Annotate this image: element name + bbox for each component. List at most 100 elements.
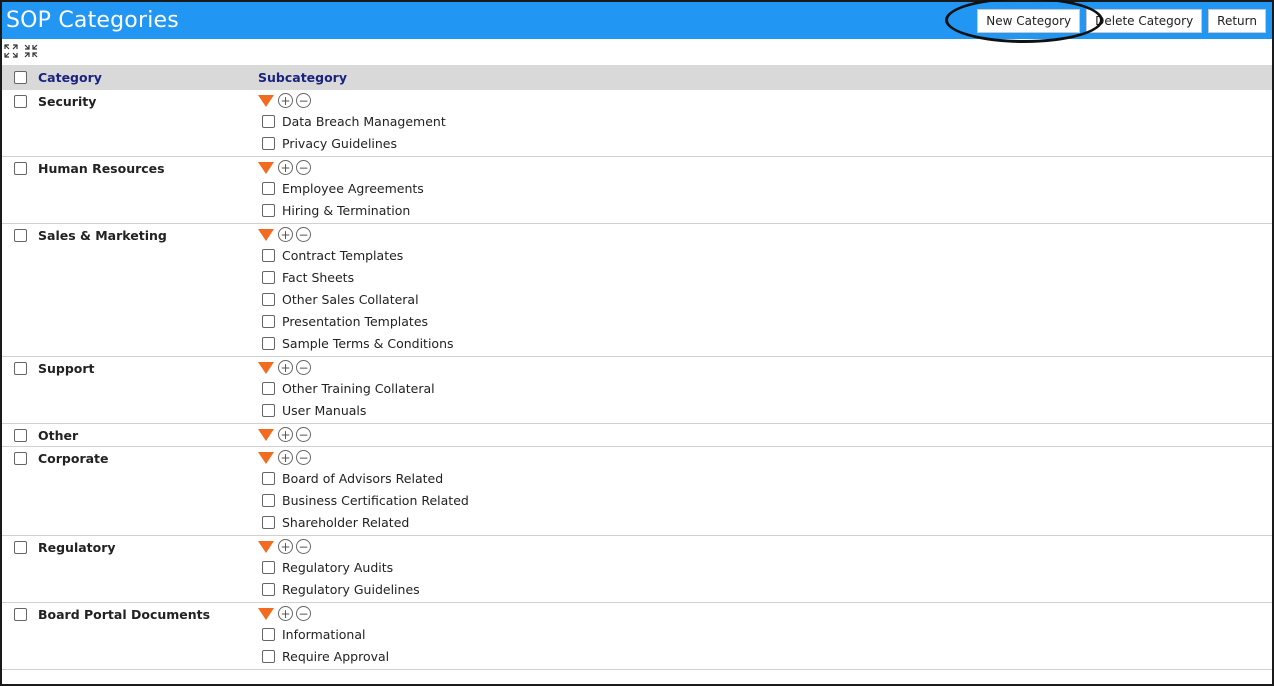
category-checkbox[interactable] — [13, 541, 27, 554]
category-checkbox[interactable] — [13, 362, 27, 375]
subcategory-label: Other Training Collateral — [282, 380, 435, 396]
expand-all-icon[interactable] — [4, 44, 20, 60]
category-row: Support + − Other Training Collateral User M… — [2, 357, 1272, 424]
subcategory-item: Presentation Templates — [258, 310, 1272, 332]
category-row: Board Portal Documents + − Informational Req… — [2, 603, 1272, 670]
subcategory-list: + − Employee Agreements Hiring & Terminatio… — [258, 157, 1272, 223]
remove-subcategory-icon[interactable]: − — [296, 450, 311, 465]
subcategory-checkbox[interactable] — [262, 181, 275, 195]
subcategory-column-header[interactable]: Subcategory — [258, 70, 347, 85]
subcategory-controls: + − — [258, 90, 1272, 110]
subcategory-label: Shareholder Related — [282, 514, 410, 530]
add-subcategory-icon[interactable]: + — [278, 227, 293, 242]
subcategory-label: Contract Templates — [282, 247, 404, 263]
subcategory-checkbox[interactable] — [262, 627, 275, 641]
subcategory-label: Informational — [282, 626, 366, 642]
add-subcategory-icon[interactable]: + — [278, 93, 293, 108]
category-checkbox[interactable] — [13, 95, 27, 108]
add-subcategory-icon[interactable]: + — [278, 360, 293, 375]
subcategory-item: Other Training Collateral — [258, 377, 1272, 399]
subcategory-label: Privacy Guidelines — [282, 135, 398, 151]
collapse-triangle-icon[interactable] — [258, 607, 274, 620]
category-name: Other — [38, 428, 79, 443]
subcategory-checkbox[interactable] — [262, 515, 275, 529]
subcategory-label: Employee Agreements — [282, 180, 424, 196]
category-column-header[interactable]: Category — [38, 70, 258, 85]
add-subcategory-icon[interactable]: + — [278, 606, 293, 621]
subcategory-label: Regulatory Guidelines — [282, 581, 420, 597]
subcategory-checkbox[interactable] — [262, 336, 275, 350]
collapse-triangle-icon[interactable] — [258, 228, 274, 241]
collapse-triangle-icon[interactable] — [258, 428, 274, 441]
remove-subcategory-icon[interactable]: − — [296, 606, 311, 621]
remove-subcategory-icon[interactable]: − — [296, 427, 311, 442]
collapse-triangle-icon[interactable] — [258, 540, 274, 553]
category-name: Human Resources — [38, 161, 165, 176]
category-row: Other + − — [2, 424, 1272, 447]
subcategory-controls: + − — [258, 357, 1272, 377]
subcategory-checkbox[interactable] — [262, 136, 275, 150]
return-button[interactable]: Return — [1208, 8, 1266, 33]
category-list: Security + − Data Breach Management Privacy … — [2, 90, 1272, 670]
category-row: Human Resources + − Employee Agreements Hiri… — [2, 157, 1272, 224]
subcategory-checkbox[interactable] — [262, 292, 275, 306]
subcategory-checkbox[interactable] — [262, 314, 275, 328]
subcategory-checkbox[interactable] — [262, 114, 275, 128]
remove-subcategory-icon[interactable]: − — [296, 160, 311, 175]
collapse-triangle-icon[interactable] — [258, 361, 274, 374]
category-name: Security — [38, 94, 97, 109]
subcategory-controls: + − — [258, 536, 1272, 556]
collapse-triangle-icon[interactable] — [258, 451, 274, 464]
remove-subcategory-icon[interactable]: − — [296, 227, 311, 242]
subcategory-list: + − Data Breach Management Privacy Guidelin… — [258, 90, 1272, 156]
subcategory-label: Business Certification Related — [282, 492, 469, 508]
subcategory-checkbox[interactable] — [262, 493, 275, 507]
add-subcategory-icon[interactable]: + — [278, 160, 293, 175]
subcategory-item: Sample Terms & Conditions — [258, 332, 1272, 354]
subcategory-checkbox[interactable] — [262, 270, 275, 284]
category-checkbox[interactable] — [13, 608, 27, 621]
new-category-button[interactable]: New Category — [977, 8, 1081, 33]
subcategory-checkbox[interactable] — [262, 403, 275, 417]
subcategory-item: Data Breach Management — [258, 110, 1272, 132]
remove-subcategory-icon[interactable]: − — [296, 539, 311, 554]
collapse-triangle-icon[interactable] — [258, 94, 274, 107]
subcategory-item: Regulatory Audits — [258, 556, 1272, 578]
subcategory-item: Business Certification Related — [258, 489, 1272, 511]
category-checkbox[interactable] — [13, 429, 27, 442]
subcategory-list: + − Other Training Collateral User Manuals — [258, 357, 1272, 423]
page-title: SOP Categories — [6, 8, 179, 33]
category-checkbox[interactable] — [13, 229, 27, 242]
subcategory-label: Require Approval — [282, 648, 390, 664]
subcategory-checkbox[interactable] — [262, 582, 275, 596]
select-all-checkbox[interactable] — [13, 71, 27, 84]
subcategory-label: Data Breach Management — [282, 113, 446, 129]
subcategory-label: Other Sales Collateral — [282, 291, 419, 307]
collapse-all-icon[interactable] — [24, 44, 40, 60]
add-subcategory-icon[interactable]: + — [278, 450, 293, 465]
remove-subcategory-icon[interactable]: − — [296, 93, 311, 108]
category-name: Regulatory — [38, 540, 116, 555]
remove-subcategory-icon[interactable]: − — [296, 360, 311, 375]
subcategory-checkbox[interactable] — [262, 471, 275, 485]
action-buttons: New Category Delete Category Return — [945, 0, 1266, 43]
subcategory-controls: + − — [258, 424, 1272, 444]
delete-category-button[interactable]: Delete Category — [1086, 8, 1203, 33]
add-subcategory-icon[interactable]: + — [278, 539, 293, 554]
subcategory-item: Hiring & Termination — [258, 199, 1272, 221]
subcategory-checkbox[interactable] — [262, 248, 275, 262]
subcategory-checkbox[interactable] — [262, 560, 275, 574]
subcategory-checkbox[interactable] — [262, 649, 275, 663]
title-bar: SOP Categories New Category Delete Categ… — [2, 0, 1272, 43]
subcategory-list: + − Contract Templates Fact Sheets Other Sal… — [258, 224, 1272, 356]
subcategory-checkbox[interactable] — [262, 381, 275, 395]
subcategory-checkbox[interactable] — [262, 203, 275, 217]
subcategory-item: Shareholder Related — [258, 511, 1272, 533]
subcategory-list: + − Informational Require Approval — [258, 603, 1272, 669]
new-category-wrap: New Category — [945, 0, 1104, 43]
add-subcategory-icon[interactable]: + — [278, 427, 293, 442]
subcategory-item: Require Approval — [258, 645, 1272, 667]
category-checkbox[interactable] — [13, 162, 27, 175]
collapse-triangle-icon[interactable] — [258, 161, 274, 174]
category-checkbox[interactable] — [13, 452, 27, 465]
